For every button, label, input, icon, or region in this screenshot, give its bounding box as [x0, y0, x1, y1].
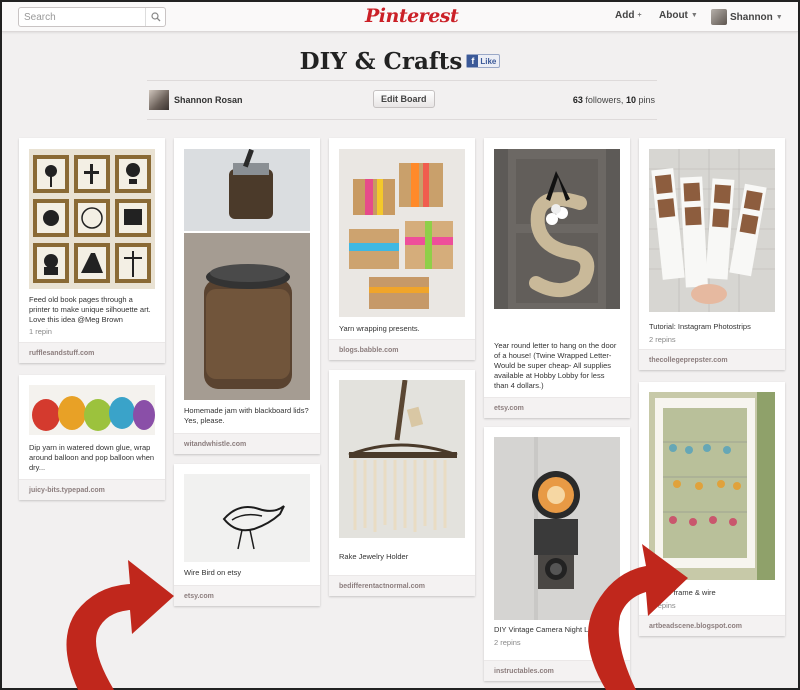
pin-card[interactable]: Year round letter to hang on the door of…: [484, 138, 630, 418]
facebook-icon: f: [467, 55, 479, 67]
about-menu[interactable]: About ▼: [659, 10, 698, 21]
pin-source[interactable]: juicy-bits.typepad.com: [19, 479, 165, 500]
user-menu[interactable]: Shannon ▼: [711, 9, 783, 25]
pin-source[interactable]: artbeadscene.blogspot.com: [639, 615, 785, 636]
pin-source[interactable]: instructables.com: [484, 660, 630, 681]
pin-card[interactable]: DIY Vintage Camera Night Light 2 repins …: [484, 427, 630, 681]
like-label: Like: [480, 56, 497, 66]
followers-count[interactable]: 63: [573, 95, 583, 105]
search-input[interactable]: [19, 8, 145, 26]
owner-name[interactable]: Shannon Rosan: [174, 95, 243, 105]
pin-repins[interactable]: 2 repins: [649, 335, 676, 344]
pin-image-wire-bird[interactable]: [184, 474, 310, 562]
pin-description: DIY Vintage Camera Night Light: [494, 625, 601, 634]
pin-source[interactable]: rufflesandstuff.com: [19, 342, 165, 363]
red-arrow-left: [66, 560, 174, 690]
pin-description: Year round letter to hang on the door of…: [494, 341, 617, 390]
pin-card[interactable]: Feed old book pages through a printer to…: [19, 138, 165, 363]
top-navigation-bar: Pinterest Add + About ▼ Shannon ▼: [2, 2, 798, 32]
user-name: Shannon: [730, 11, 773, 23]
pin-description: Wire Bird on etsy: [184, 568, 242, 577]
chevron-down-icon: ▼: [690, 12, 698, 19]
pin-card[interactable]: picture frame & wire 2 repins artbeadsce…: [639, 382, 785, 636]
pin-card[interactable]: Homemade jam with blackboard lids? Yes, …: [174, 138, 320, 454]
pin-image-yarn-balloons[interactable]: [29, 385, 155, 435]
pin-source[interactable]: witandwhistle.com: [174, 433, 320, 454]
chevron-down-icon: ▼: [775, 13, 783, 21]
about-label: About: [659, 10, 688, 21]
pin-image-earring-frame[interactable]: [649, 392, 775, 580]
pin-description: picture frame & wire: [649, 588, 716, 597]
pin-description: Rake Jewelry Holder: [339, 552, 409, 561]
pins-count: 10: [625, 95, 636, 105]
pin-card[interactable]: Rake Jewelry Holder bedifferentactnormal…: [329, 370, 475, 596]
pin-card[interactable]: Tutorial: Instagram Photostrips 2 repins…: [639, 138, 785, 370]
followers-text: followers,: [585, 95, 624, 105]
search-icon: [150, 12, 160, 22]
pin-description: Yarn wrapping presents.: [339, 324, 420, 333]
pin-image-camera-lamp[interactable]: [494, 437, 620, 620]
owner-avatar[interactable]: [149, 90, 169, 110]
plus-icon: +: [637, 12, 642, 19]
pin-source[interactable]: etsy.com: [174, 585, 320, 606]
pin-image-jam-jars[interactable]: [184, 149, 310, 400]
pin-source[interactable]: thecollegeprepster.com: [639, 349, 785, 370]
pins-text: pins: [638, 95, 655, 105]
pin-description: Dip yarn in watered down glue, wrap arou…: [29, 443, 155, 472]
board-stats: 63 followers, 10 pins: [573, 95, 655, 105]
pin-source[interactable]: etsy.com: [484, 397, 630, 418]
add-menu[interactable]: Add +: [615, 10, 642, 21]
pin-source[interactable]: bedifferentactnormal.com: [329, 575, 475, 596]
pin-image-yarn-presents[interactable]: [339, 149, 465, 317]
board-title: DIY & Crafts: [299, 48, 463, 75]
add-label: Add: [615, 10, 635, 21]
facebook-like-button[interactable]: f Like: [466, 54, 501, 68]
pinterest-logo[interactable]: Pinterest: [365, 5, 459, 27]
pin-description: Homemade jam with blackboard lids? Yes, …: [184, 406, 309, 425]
user-avatar: [711, 9, 727, 25]
search-box: [18, 7, 166, 27]
board-meta-bar: Shannon Rosan Edit Board 63 followers, 1…: [147, 80, 657, 120]
pin-card[interactable]: Wire Bird on etsy etsy.com: [174, 464, 320, 606]
pin-image-photostrips[interactable]: [649, 149, 775, 312]
pin-description: Tutorial: Instagram Photostrips: [649, 322, 751, 331]
pin-card[interactable]: Yarn wrapping presents. blogs.babble.com: [329, 138, 475, 360]
pin-source[interactable]: blogs.babble.com: [329, 339, 475, 360]
search-button[interactable]: [145, 8, 165, 26]
pin-image-framed-prints[interactable]: [29, 149, 155, 289]
pin-description: Feed old book pages through a printer to…: [29, 295, 151, 324]
pin-image-twine-letter[interactable]: [494, 149, 620, 309]
pin-repins[interactable]: 1 repin: [29, 327, 52, 336]
edit-board-button[interactable]: Edit Board: [373, 90, 435, 108]
pin-repins[interactable]: 2 repins: [649, 601, 676, 610]
pin-repins[interactable]: 2 repins: [494, 638, 521, 647]
pin-card[interactable]: Dip yarn in watered down glue, wrap arou…: [19, 375, 165, 500]
pin-image-rake-jewelry[interactable]: [339, 380, 465, 538]
board-header: DIY & Crafts f Like: [2, 48, 798, 75]
